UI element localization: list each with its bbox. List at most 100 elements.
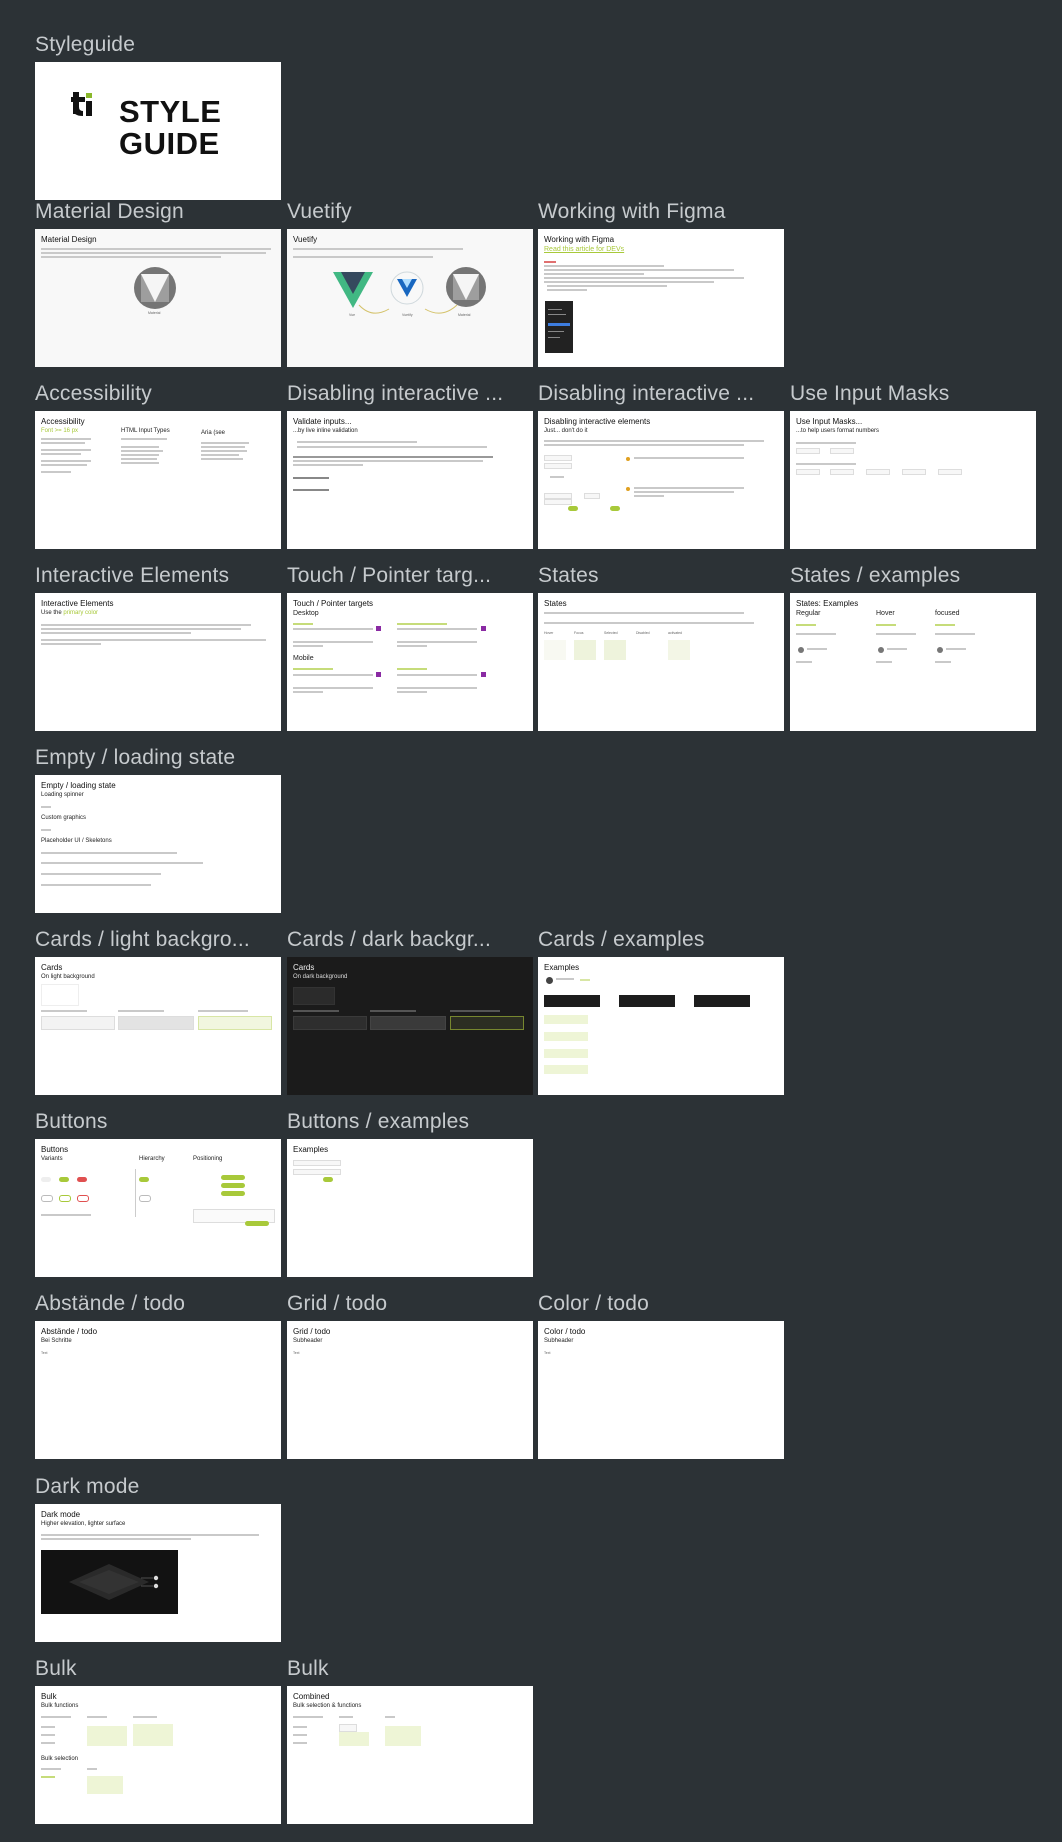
frame-disabling-validate[interactable]: Validate inputs... ...by live inline val… bbox=[287, 411, 533, 549]
cover-title-line2: GUIDE bbox=[119, 126, 220, 161]
bulk-selection-heading: Bulk selection bbox=[41, 1756, 79, 1762]
state-regular: Regular bbox=[796, 610, 821, 617]
frame-text: Text bbox=[41, 1351, 48, 1355]
section-title-states-examples: States / examples bbox=[790, 564, 961, 587]
frame-heading: Vuetify bbox=[293, 235, 318, 244]
frame-subheading: Subheader bbox=[293, 1338, 323, 1344]
section-title-buttons-examples: Buttons / examples bbox=[287, 1110, 470, 1133]
section-title-interactive-elements: Interactive Elements bbox=[35, 564, 230, 587]
state-label-activated: activated bbox=[668, 631, 683, 635]
section-title-cards-examples: Cards / examples bbox=[538, 928, 705, 951]
empty-custom-graphics: Custom graphics bbox=[41, 815, 87, 821]
frame-states-examples[interactable]: States: Examples Regular Hover focused bbox=[790, 593, 1036, 731]
section-title-empty-loading: Empty / loading state bbox=[35, 746, 236, 769]
a11y-font-size: Font >= 16 px bbox=[41, 428, 79, 434]
frame-cards-light[interactable]: Cards On light background bbox=[35, 957, 281, 1095]
buttons-variants: Variants bbox=[41, 1156, 63, 1162]
section-title-disabling-1: Disabling interactive ... bbox=[287, 382, 504, 405]
frame-subheading: Just... don't do it bbox=[544, 428, 588, 434]
frame-material-design[interactable]: Material Design Material bbox=[35, 229, 281, 367]
frame-subheading: ...by live inline validation bbox=[293, 428, 358, 434]
frame-disabling-dont[interactable]: Disabling interactive elements Just... d… bbox=[538, 411, 784, 549]
frame-color[interactable]: Color / todo Subheader Text bbox=[538, 1321, 784, 1459]
state-label-selected: Selected bbox=[604, 631, 618, 635]
section-title-bulk-1: Bulk bbox=[35, 1657, 77, 1680]
frame-bulk-functions[interactable]: Bulk Bulk functions Bulk selection bbox=[35, 1686, 281, 1824]
frame-heading: Empty / loading state bbox=[41, 781, 116, 790]
frame-cards-dark[interactable]: Cards On dark background bbox=[287, 957, 533, 1095]
frame-heading: Validate inputs... bbox=[293, 417, 352, 426]
frame-accessibility[interactable]: Accessibility Font >= 16 px HTML Input T… bbox=[35, 411, 281, 549]
section-title-styleguide: Styleguide bbox=[35, 33, 136, 56]
frame-heading: Bulk bbox=[41, 1692, 57, 1701]
frame-heading: Disabling interactive elements bbox=[544, 417, 651, 426]
buttons-hierarchy: Hierarchy bbox=[139, 1156, 165, 1162]
section-title-bulk-2: Bulk bbox=[287, 1657, 329, 1680]
section-title-buttons: Buttons bbox=[35, 1110, 108, 1133]
section-title-color: Color / todo bbox=[538, 1292, 649, 1315]
frame-heading: Use Input Masks... bbox=[796, 417, 863, 426]
frame-buttons[interactable]: Buttons Variants Hierarchy Positioning bbox=[35, 1139, 281, 1277]
section-title-touch-pointer: Touch / Pointer targ... bbox=[287, 564, 492, 587]
frame-heading: Dark mode bbox=[41, 1510, 81, 1519]
section-title-dark-mode: Dark mode bbox=[35, 1475, 140, 1498]
frame-dark-mode[interactable]: Dark mode Higher elevation, lighter surf… bbox=[35, 1504, 281, 1642]
frame-interactive-elements[interactable]: Interactive Elements Use the primary col… bbox=[35, 593, 281, 731]
frame-subheading: Bulk functions bbox=[41, 1703, 79, 1709]
material-caption: Material bbox=[458, 313, 471, 317]
figma-menu-screenshot bbox=[545, 301, 573, 353]
section-title-grid: Grid / todo bbox=[287, 1292, 388, 1315]
section-title-cards-dark: Cards / dark backgr... bbox=[287, 928, 491, 951]
frame-abstaende[interactable]: Abstände / todo Bei Schritte Text bbox=[35, 1321, 281, 1459]
empty-loading-spinner: Loading spinner bbox=[41, 792, 84, 798]
section-title-vuetify: Vuetify bbox=[287, 200, 352, 223]
touch-desktop: Desktop bbox=[293, 610, 319, 617]
a11y-input-types: HTML Input Types bbox=[121, 428, 170, 434]
interactive-sub-prefix: Use the bbox=[41, 610, 62, 616]
frame-bulk-combined[interactable]: Combined Bulk selection & functions bbox=[287, 1686, 533, 1824]
section-title-cards-light: Cards / light backgro... bbox=[35, 928, 250, 951]
material-caption: Material bbox=[148, 311, 161, 315]
frame-styleguide-cover[interactable]: STYLE GUIDE bbox=[35, 62, 281, 200]
state-focused: focused bbox=[935, 610, 960, 617]
frame-states[interactable]: States Hover Focus Selected Disabled act… bbox=[538, 593, 784, 731]
frame-heading: Examples bbox=[293, 1145, 329, 1154]
frame-buttons-examples[interactable]: Examples bbox=[287, 1139, 533, 1277]
frame-heading: Color / todo bbox=[544, 1327, 586, 1336]
material-logo-icon bbox=[134, 267, 176, 309]
frame-heading: States bbox=[544, 599, 567, 608]
state-label-focus: Focus bbox=[574, 631, 584, 635]
frame-empty-loading[interactable]: Empty / loading state Loading spinner Cu… bbox=[35, 775, 281, 913]
cover-title-line1: STYLE bbox=[119, 94, 222, 129]
section-title-states: States bbox=[538, 564, 599, 587]
vuetify-caption: Vuetify bbox=[402, 313, 413, 317]
frame-text: Text bbox=[544, 1351, 551, 1355]
frame-heading: Material Design bbox=[41, 235, 97, 244]
section-title-accessibility: Accessibility bbox=[35, 382, 152, 405]
frame-input-masks[interactable]: Use Input Masks... ...to help users form… bbox=[790, 411, 1036, 549]
frame-heading: Grid / todo bbox=[293, 1327, 331, 1336]
frame-vuetify[interactable]: Vuetify Vue Vuetify Material bbox=[287, 229, 533, 367]
frame-subheading: ...to help users format numbers bbox=[796, 428, 880, 434]
frame-heading: Working with Figma bbox=[544, 235, 615, 244]
frame-touch-pointer-targets[interactable]: Touch / Pointer targets Desktop Mobile bbox=[287, 593, 533, 731]
frame-subheading: Bei Schritte bbox=[41, 1338, 72, 1344]
frame-subheading: Bulk selection & functions bbox=[293, 1703, 362, 1709]
frame-subheading: Subheader bbox=[544, 1338, 574, 1344]
vue-caption: Vue bbox=[349, 313, 356, 317]
frame-heading: Touch / Pointer targets bbox=[293, 599, 374, 608]
frame-working-with-figma[interactable]: Working with Figma Read this article for… bbox=[538, 229, 784, 367]
frame-heading: Buttons bbox=[41, 1145, 69, 1154]
frame-grid[interactable]: Grid / todo Subheader Text bbox=[287, 1321, 533, 1459]
frame-cards-examples[interactable]: Examples bbox=[538, 957, 784, 1095]
section-title-use-input-masks: Use Input Masks bbox=[790, 382, 950, 405]
state-hover: Hover bbox=[876, 610, 895, 617]
interactive-sub-accent: primary color bbox=[63, 610, 99, 616]
a11y-aria: Aria (see bbox=[201, 430, 226, 436]
figma-article-link[interactable]: Read this article for DEVs bbox=[544, 246, 624, 253]
frame-subheading: On dark background bbox=[293, 974, 348, 980]
frame-text: Text bbox=[293, 1351, 300, 1355]
state-label-disabled: Disabled bbox=[636, 631, 650, 635]
empty-placeholder-ui: Placeholder UI / Skeletons bbox=[41, 838, 112, 844]
buttons-positioning: Positioning bbox=[193, 1156, 223, 1162]
